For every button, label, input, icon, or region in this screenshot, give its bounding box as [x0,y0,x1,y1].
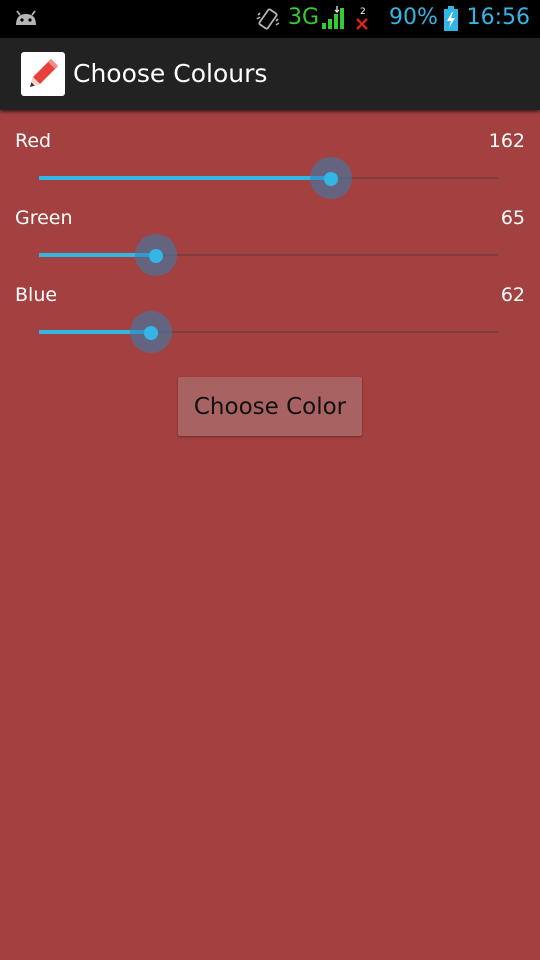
green-label: Green [15,207,73,229]
seekbar-thumb[interactable] [148,249,163,263]
green-seekbar[interactable] [39,234,498,276]
seekbar-thumb[interactable] [323,172,338,186]
blue-value: 62 [500,284,525,306]
network-type-label: 3G [288,5,320,30]
green-value: 65 [500,207,525,229]
red-value: 162 [488,130,525,152]
android-icon [14,9,38,31]
app-title: Choose Colours [73,59,268,88]
seekbar-thumb[interactable] [143,326,158,340]
action-bar: Choose Colours [0,38,540,110]
red-seekbar[interactable] [39,157,498,199]
red-label: Red [15,130,52,152]
blue-label: Blue [15,284,58,306]
seekbar-progress [39,176,331,180]
clock: 16:56 [466,5,530,30]
app-icon[interactable] [21,52,65,96]
battery-percent: 90% [389,5,438,30]
sim-slot-label: 2 [360,7,366,17]
signal-icon [321,6,347,34]
choose-color-button[interactable]: Choose Color [178,377,362,436]
status-bar: 3G 2 90% 16:56 [0,0,540,38]
no-signal-icon: 2 [354,5,374,35]
vibrate-icon [256,6,280,36]
battery-charging-icon [443,6,459,36]
blue-seekbar[interactable] [39,311,498,353]
